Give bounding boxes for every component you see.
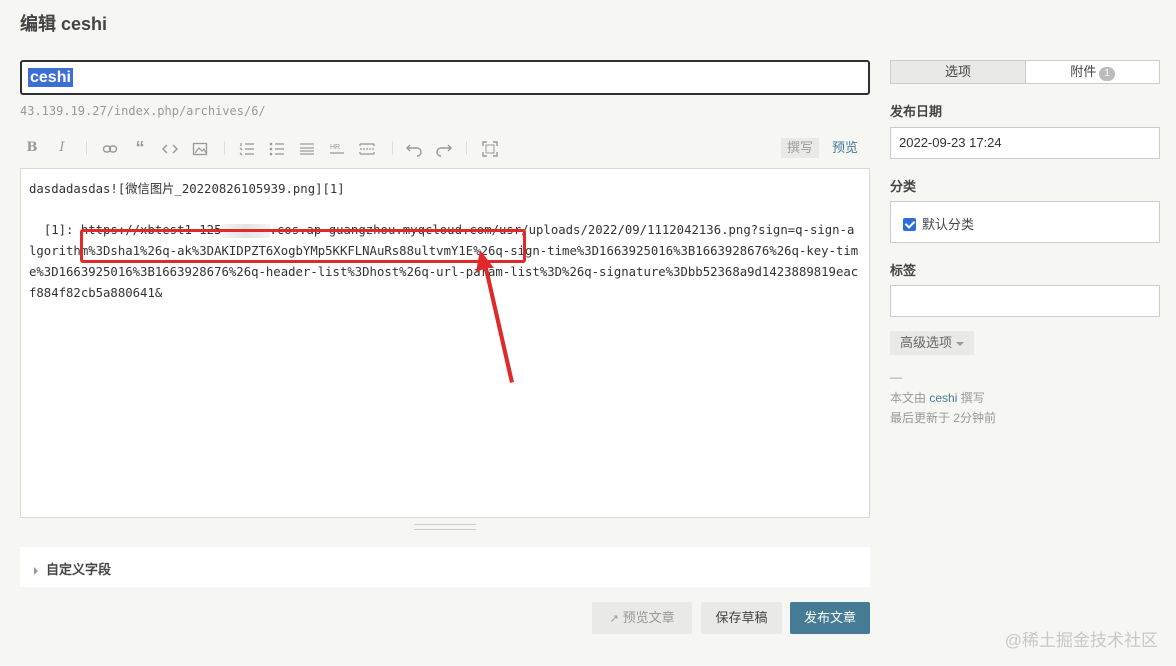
svg-text:HR: HR [330,144,340,151]
horizontal-rule-icon[interactable]: HR [327,138,347,158]
tab-options[interactable]: 选项 [891,61,1026,83]
title-input-value: ceshi [28,68,73,87]
custom-fields-label: 自定义字段 [46,562,112,577]
heading-icon[interactable] [297,138,317,158]
category-checkbox[interactable] [903,218,916,231]
link-icon[interactable] [100,138,120,158]
tab-attachments[interactable]: 附件 1 [1026,61,1159,83]
editor-url-reference: [1]: https://xbtest1-125 .cos.ap-guangzho… [29,220,861,304]
meta-updated: 最后更新于 2分钟前 [890,411,997,425]
advanced-options-button[interactable]: 高级选项 [890,331,974,355]
quote-icon[interactable]: “ [130,138,150,158]
undo-icon[interactable] [404,138,424,158]
italic-icon[interactable]: I [52,138,72,158]
meta-author-link[interactable]: ceshi [929,391,957,405]
permalink[interactable]: 43.139.19.27/index.php/archives/6/ [20,104,266,118]
meta-author-prefix: 本文由 [890,391,927,405]
save-draft-button[interactable]: 保存草稿 [701,602,782,634]
sidebar-tabs: 选项 附件 1 [890,60,1160,84]
toolbar-divider [224,141,225,155]
fullscreen-icon[interactable] [480,138,500,158]
image-icon[interactable] [190,138,210,158]
toolbar-divider [86,141,87,155]
advanced-options-label: 高级选项 [900,335,953,350]
category-list: 默认分类 [890,201,1160,243]
code-icon[interactable] [160,138,180,158]
tags-input[interactable] [890,285,1160,317]
tags-label: 标签 [890,263,917,278]
preview-article-label: 预览文章 [622,610,675,625]
more-icon[interactable] [357,138,377,158]
custom-fields-toggle[interactable]: 自定义字段 [20,547,870,587]
title-input[interactable]: ceshi [20,60,870,95]
attachments-count-badge: 1 [1099,67,1115,81]
watermark: @稀土掘金技术社区 [1004,631,1158,650]
redacted-blur [221,223,270,238]
editor-line: dasdadasdas![微信图片_20220826105939.png][1] [29,182,345,196]
meta-author-suffix: 撰写 [960,391,985,405]
publish-button[interactable]: 发布文章 [790,602,870,634]
unordered-list-icon[interactable] [267,138,287,158]
tab-preview[interactable]: 预览 [832,138,858,158]
ordered-list-icon[interactable] [237,138,257,158]
publish-date-label: 发布日期 [890,104,943,119]
category-label: 分类 [890,179,917,194]
external-link-icon: ↗ [609,613,619,625]
toolbar-divider [466,141,467,155]
meta-author: 本文由 ceshi 撰写 [890,389,985,406]
url-prefix: [1]: https://xbtest1-125 [29,223,222,237]
tab-write[interactable]: 撰写 [781,138,819,158]
publish-date-input[interactable]: 2022-09-23 17:24 [890,127,1160,159]
preview-article-button[interactable]: ↗ 预览文章 [592,602,692,634]
redo-icon[interactable] [434,138,454,158]
editor-toolbar: B I “ HR 撰写 预览 [20,136,870,160]
category-default-label[interactable]: 默认分类 [922,217,974,232]
expand-triangle-icon [34,566,38,575]
bold-icon[interactable]: B [22,138,42,158]
toolbar-divider [392,141,393,155]
editor-resize-handle[interactable] [414,524,476,530]
tab-attachments-label: 附件 [1070,64,1097,79]
markdown-editor[interactable]: dasdadasdas![微信图片_20220826105939.png][1]… [20,168,870,518]
page-title: 编辑 ceshi [20,14,108,34]
meta-divider: — [890,370,902,384]
caret-down-icon [956,341,965,346]
